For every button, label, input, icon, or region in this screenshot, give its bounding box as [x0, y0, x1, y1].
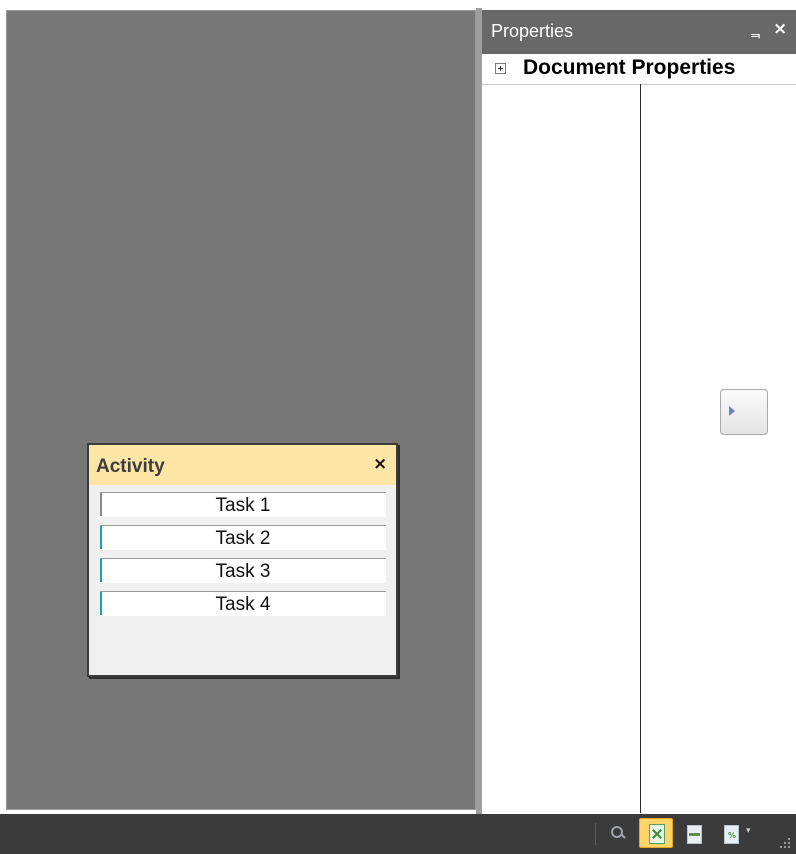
search-icon[interactable]: [607, 821, 631, 845]
task-list: Task 1 Task 2 Task 3 Task 4: [100, 492, 386, 624]
fit-page-icon[interactable]: [639, 818, 673, 848]
expand-panel-button[interactable]: [720, 389, 768, 435]
activity-title: Activity: [96, 456, 165, 477]
activity-window: Activity × Task 1 Task 2 Task 3 Task 4: [87, 443, 398, 677]
document-properties-label: Document Properties: [523, 56, 736, 79]
chevron-down-icon[interactable]: ▾: [746, 826, 751, 836]
close-icon[interactable]: ×: [773, 19, 787, 39]
top-strip: [0, 0, 796, 8]
pin-icon[interactable]: ᆿ: [749, 22, 762, 42]
task-label: Task 1: [215, 495, 271, 516]
fit-width-icon[interactable]: [682, 821, 706, 845]
zoom-page-icon[interactable]: %: [720, 821, 744, 845]
properties-header: Properties ᆿ ×: [482, 10, 796, 54]
resize-grip-icon[interactable]: [778, 838, 792, 850]
properties-column-divider[interactable]: [640, 84, 641, 813]
status-separator: [595, 823, 596, 845]
task-item[interactable]: Task 1: [100, 492, 386, 517]
close-icon[interactable]: ×: [373, 454, 387, 474]
zoom-mark: %: [728, 831, 737, 840]
task-item[interactable]: Task 2: [100, 525, 386, 550]
properties-panel: Properties ᆿ × Document Properties: [482, 10, 796, 813]
properties-grid: [482, 84, 796, 813]
task-label: Task 2: [215, 528, 271, 549]
document-canvas[interactable]: [6, 10, 476, 810]
app-window: Properties ᆿ × Document Properties Activ…: [0, 0, 796, 854]
task-label: Task 3: [215, 561, 271, 582]
document-properties-row[interactable]: Document Properties: [482, 54, 796, 84]
task-item[interactable]: Task 3: [100, 558, 386, 583]
activity-header[interactable]: Activity ×: [89, 445, 396, 485]
arrow-right-icon: [729, 406, 735, 416]
task-item[interactable]: Task 4: [100, 591, 386, 616]
task-label: Task 4: [215, 594, 271, 615]
properties-title: Properties: [491, 21, 574, 41]
status-bar: % ▾: [0, 814, 796, 854]
plus-box-icon[interactable]: [495, 63, 506, 74]
